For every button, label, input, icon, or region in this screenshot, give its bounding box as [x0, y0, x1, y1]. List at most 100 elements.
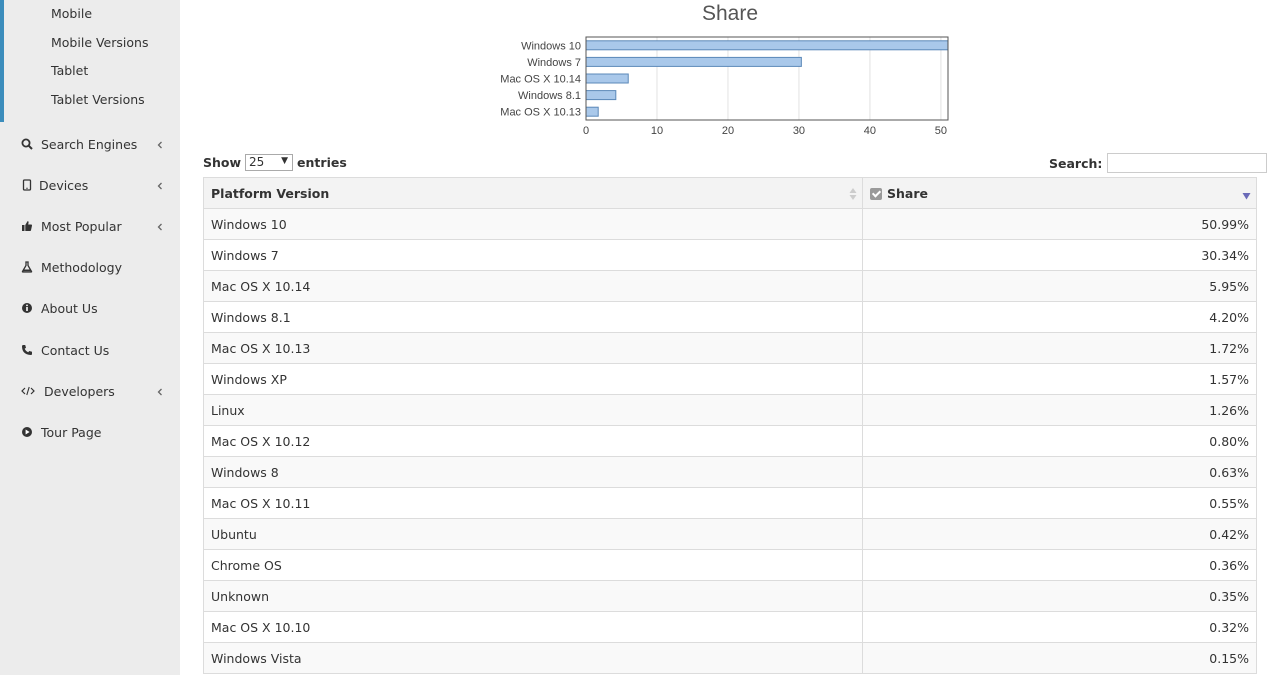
chevron-left-icon [155, 217, 165, 231]
share-cell: 0.36% [862, 549, 1257, 581]
table-body: Windows 10 50.99% Windows 7 30.34% Mac OS X … [203, 208, 1257, 674]
share-cell: 0.35% [862, 580, 1257, 612]
table-row: Unknown 0.35% [203, 580, 1257, 612]
chevron-left-icon [155, 135, 165, 149]
table-row: Windows XP 1.57% [203, 363, 1257, 395]
platform-version-cell: Mac OS X 10.11 [203, 487, 863, 519]
platform-version-cell: Mac OS X 10.12 [203, 425, 863, 457]
chart-x-tick-label: 30 [793, 125, 805, 137]
platform-version-cell: Windows XP [203, 363, 863, 395]
sidebar-item-search-engines[interactable]: Search Engines [0, 132, 180, 156]
share-cell: 0.15% [862, 642, 1257, 674]
code-icon [20, 384, 36, 398]
sidebar-item-about-us[interactable]: About Us [0, 296, 180, 320]
search-input[interactable] [1107, 153, 1268, 173]
sidebar-item-methodology[interactable]: Methodology [0, 255, 180, 279]
play-icon [20, 425, 34, 439]
share-cell: 5.95% [862, 270, 1257, 302]
entries-per-page-select[interactable]: 25 ▼ [245, 153, 294, 171]
table-row: Windows 7 30.34% [203, 239, 1257, 271]
chart-x-tick-label: 0 [583, 125, 589, 137]
tablet-icon [20, 178, 34, 192]
submenu-accent-bar [0, 0, 4, 122]
table-row: Mac OS X 10.10 0.32% [203, 611, 1257, 643]
share-cell: 30.34% [862, 239, 1257, 271]
column-header-label: Platform Version [211, 185, 330, 201]
platform-version-cell: Ubuntu [203, 518, 863, 550]
sidebar-item-label: Devices [39, 177, 89, 193]
chart-category-label: Windows 8.1 [518, 90, 581, 102]
share-bar-chart: Share Windows 10Windows 7Mac OS X 10.14W… [500, 2, 949, 137]
phone-icon [20, 343, 34, 357]
share-cell: 50.99% [862, 208, 1257, 240]
sidebar-subitem-tablet[interactable]: Tablet [51, 63, 88, 78]
column-header-platform-version[interactable]: Platform Version [203, 177, 863, 209]
sidebar-item-label: Developers [44, 383, 115, 399]
checkbox-icon[interactable] [870, 187, 882, 200]
platform-version-cell: Chrome OS [203, 549, 863, 581]
entries-per-page-value: 25 [249, 155, 265, 169]
chart-x-labels: 0 10 20 30 40 50 [583, 125, 947, 137]
chart-category-label: Mac OS X 10.14 [500, 74, 581, 86]
chart-title: Share [702, 2, 758, 25]
table-header-row: Platform Version Share [203, 177, 1257, 209]
table-row: Mac OS X 10.13 1.72% [203, 332, 1257, 364]
sidebar-item-devices[interactable]: Devices [0, 173, 180, 197]
sidebar-item-label: About Us [41, 300, 98, 316]
share-cell: 1.26% [862, 394, 1257, 426]
sidebar-subitem-tablet-versions[interactable]: Tablet Versions [51, 92, 145, 107]
table-row: Mac OS X 10.11 0.55% [203, 487, 1257, 519]
share-cell: 1.57% [862, 363, 1257, 395]
sidebar-item-label: Search Engines [41, 136, 138, 152]
info-icon [20, 301, 34, 315]
table-row: Chrome OS 0.36% [203, 549, 1257, 581]
share-cell: 0.55% [862, 487, 1257, 519]
platform-version-cell: Mac OS X 10.10 [203, 611, 863, 643]
chart-category-label: Windows 10 [521, 40, 581, 52]
sidebar-item-label: Most Popular [41, 218, 122, 234]
share-cell: 1.72% [862, 332, 1257, 364]
column-header-share[interactable]: Share [862, 177, 1257, 209]
table-row: Windows 8.1 4.20% [203, 301, 1257, 333]
chart-bar[interactable] [585, 90, 617, 101]
table-row: Ubuntu 0.42% [203, 518, 1257, 550]
sidebar-item-label: Tour Page [41, 424, 102, 440]
platform-version-cell: Windows Vista [203, 642, 863, 674]
chart-bar[interactable] [585, 73, 629, 84]
sidebar-item-contact-us[interactable]: Contact Us [0, 338, 180, 362]
sidebar-item-label: Contact Us [41, 342, 110, 358]
column-header-label: Share [887, 185, 928, 201]
sidebar-subitem-mobile-versions[interactable]: Mobile Versions [51, 35, 148, 50]
platform-version-cell: Mac OS X 10.13 [203, 332, 863, 364]
entries-label: entries [297, 154, 347, 170]
platform-version-cell: Windows 8 [203, 456, 863, 488]
chevron-left-icon [155, 382, 165, 396]
table-row: Windows 8 0.63% [203, 456, 1257, 488]
table-row: Windows 10 50.99% [203, 208, 1257, 240]
chart-bar[interactable] [585, 40, 949, 51]
sidebar-item-developers[interactable]: Developers [0, 379, 180, 403]
sidebar-item-most-popular[interactable]: Most Popular [0, 214, 180, 238]
sidebar-item-tour-page[interactable]: Tour Page [0, 420, 180, 444]
chart-y-labels: Windows 10 Windows 7 Mac OS X 10.14 Windows… [500, 40, 581, 118]
sidebar-subitem-mobile[interactable]: Mobile [51, 6, 92, 21]
app: Mobile Mobile Versions Tablet Tablet Ver… [0, 0, 1284, 675]
sort-both-icon [849, 188, 857, 200]
thumbs-up-icon [20, 219, 34, 233]
platform-version-cell: Windows 7 [203, 239, 863, 271]
table-row: Mac OS X 10.12 0.80% [203, 425, 1257, 457]
flask-icon [20, 260, 34, 274]
chart-bar[interactable] [585, 106, 599, 117]
chart-category-label: Mac OS X 10.13 [500, 107, 581, 119]
share-cell: 0.80% [862, 425, 1257, 457]
table-row: Mac OS X 10.14 5.95% [203, 270, 1257, 302]
platform-version-cell: Windows 10 [203, 208, 863, 240]
sidebar: Mobile Mobile Versions Tablet Tablet Ver… [0, 0, 180, 675]
share-cell: 0.42% [862, 518, 1257, 550]
chart-x-tick-label: 10 [651, 125, 663, 137]
search-label: Search: [1049, 155, 1103, 171]
share-cell: 0.32% [862, 611, 1257, 643]
table-search-control: Search: [1049, 153, 1268, 173]
chart-bar[interactable] [585, 56, 802, 67]
platform-version-cell: Linux [203, 394, 863, 426]
